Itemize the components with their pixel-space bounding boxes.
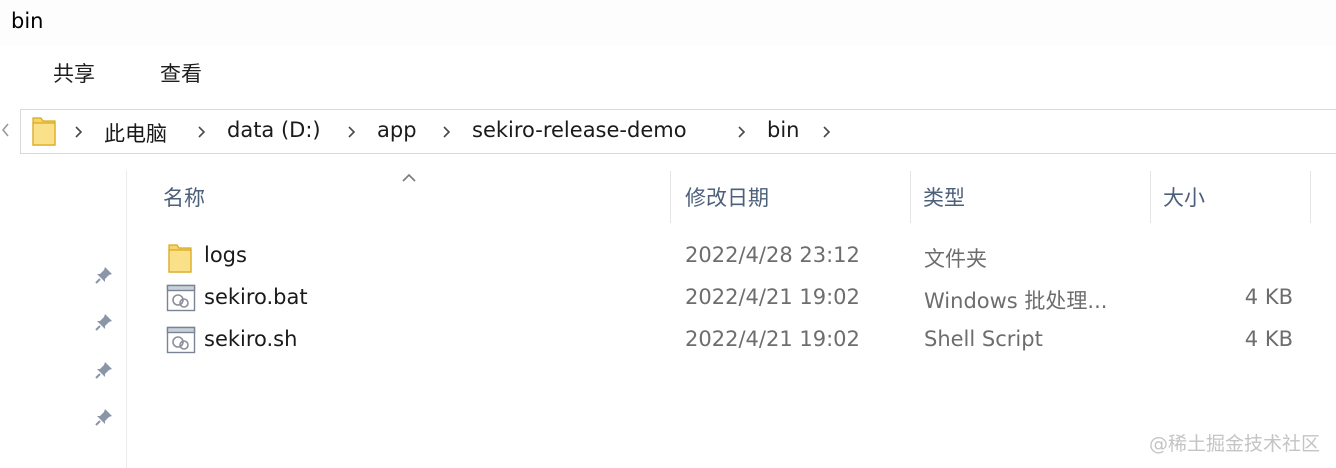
chevron-right-icon[interactable] — [74, 124, 83, 143]
window-title: bin — [11, 9, 44, 33]
chevron-right-icon[interactable] — [442, 124, 451, 143]
file-row-sekiro-bat[interactable]: sekiro.bat 2022/4/21 19:02 Windows 批处理..… — [126, 277, 1336, 319]
chevron-right-icon[interactable] — [822, 124, 831, 143]
folder-icon — [30, 115, 58, 151]
pin-icon[interactable] — [93, 311, 115, 337]
folder-icon — [166, 242, 194, 278]
breadcrumb-this-pc[interactable]: 此电脑 — [104, 118, 167, 148]
file-date: 2022/4/21 19:02 — [685, 285, 860, 309]
pin-icon[interactable] — [93, 264, 115, 290]
column-header-date[interactable]: 修改日期 — [685, 182, 769, 212]
breadcrumb-bin[interactable]: bin — [767, 118, 799, 142]
chevron-right-icon[interactable] — [197, 124, 206, 143]
script-file-icon — [166, 326, 196, 358]
pin-icon[interactable] — [93, 359, 115, 385]
file-name: sekiro.sh — [204, 327, 298, 351]
file-date: 2022/4/28 23:12 — [685, 243, 860, 267]
breadcrumb-data-drive[interactable]: data (D:) — [227, 118, 321, 142]
tab-share[interactable]: 共享 — [53, 58, 95, 88]
column-header-type[interactable]: 类型 — [923, 182, 965, 212]
address-bar[interactable]: 此电脑 data (D:) app sekiro-release-demo bi… — [20, 109, 1336, 154]
column-divider[interactable] — [1150, 171, 1151, 223]
file-row-logs[interactable]: logs 2022/4/28 23:12 文件夹 — [126, 235, 1336, 277]
file-type: 文件夹 — [924, 247, 987, 271]
sort-ascending-icon — [401, 168, 417, 187]
chevron-right-icon[interactable] — [347, 124, 356, 143]
column-divider[interactable] — [670, 171, 671, 223]
column-divider[interactable] — [1310, 171, 1311, 223]
file-date: 2022/4/21 19:02 — [685, 327, 860, 351]
file-type: Shell Script — [924, 327, 1043, 351]
file-name: logs — [204, 243, 247, 267]
pin-icon[interactable] — [93, 406, 115, 432]
chevron-right-icon[interactable] — [737, 124, 746, 143]
tab-view[interactable]: 查看 — [160, 58, 202, 88]
script-file-icon — [166, 284, 196, 316]
file-row-sekiro-sh[interactable]: sekiro.sh 2022/4/21 19:02 Shell Script 4… — [126, 319, 1336, 361]
file-type: Windows 批处理... — [924, 289, 1108, 313]
file-size: 4 KB — [1244, 327, 1293, 351]
title-bar: bin — [0, 0, 1336, 46]
column-header-name[interactable]: 名称 — [163, 182, 205, 212]
file-name: sekiro.bat — [204, 285, 308, 309]
watermark: @稀土掘金技术社区 — [1148, 433, 1320, 455]
navigation-pane — [0, 170, 127, 468]
breadcrumb-app[interactable]: app — [377, 118, 417, 142]
column-header-size[interactable]: 大小 — [1163, 182, 1205, 212]
ribbon: 共享 查看 — [0, 46, 1336, 98]
address-scroll-left-icon[interactable] — [1, 122, 10, 141]
breadcrumb-sekiro-release-demo[interactable]: sekiro-release-demo — [472, 118, 687, 142]
column-divider[interactable] — [910, 171, 911, 223]
file-size: 4 KB — [1244, 285, 1293, 309]
